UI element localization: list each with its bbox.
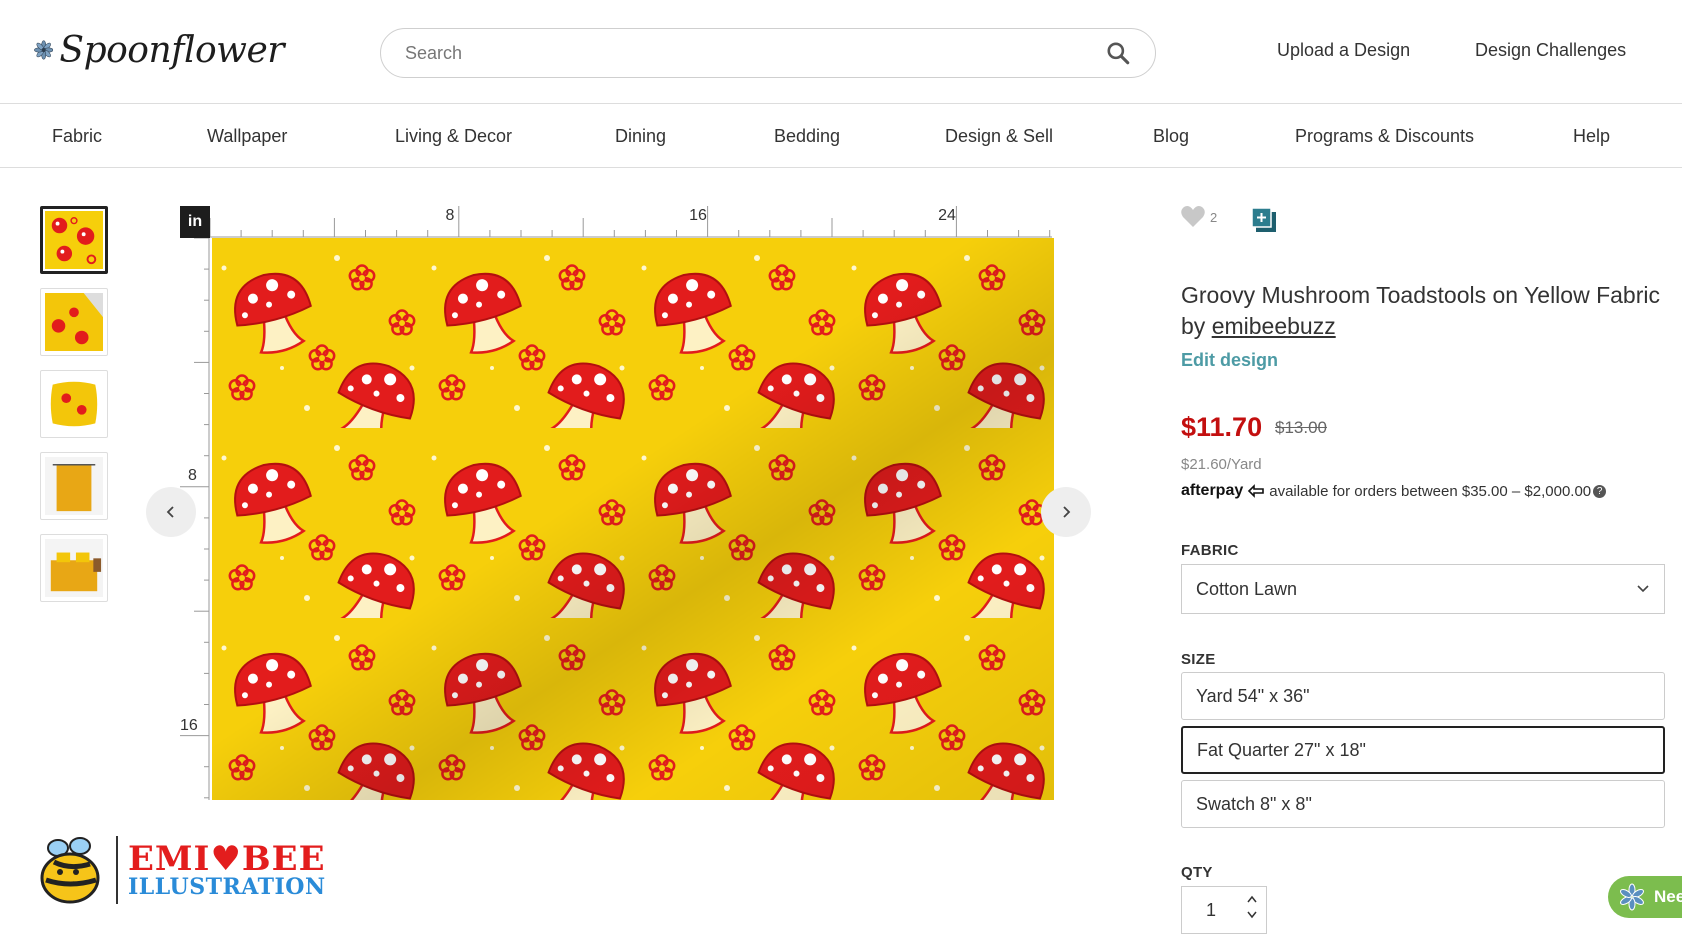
nav-living-decor[interactable]: Living & Decor — [395, 126, 512, 147]
search-input[interactable] — [405, 42, 1105, 64]
brand-line-1: EMI♥BEE — [128, 839, 326, 879]
bee-icon — [40, 837, 100, 904]
favorite-toggle[interactable]: 2 — [1180, 205, 1217, 229]
size-option-label: Swatch 8" x 8" — [1196, 793, 1312, 814]
swatch-thumbnail-image — [45, 211, 103, 269]
thumbnail-fabric-drape[interactable] — [40, 288, 108, 356]
size-option-swatch[interactable]: Swatch 8" x 8" — [1181, 780, 1665, 828]
designer-brand-logo: EMI♥BEE ILLUSTRATION — [36, 830, 336, 910]
brand-divider — [116, 836, 118, 904]
chevron-down-small-icon[interactable] — [1246, 907, 1258, 923]
thumbnail-pillow[interactable] — [40, 370, 108, 438]
nav-bedding[interactable]: Bedding — [774, 126, 840, 147]
search-icon[interactable] — [1105, 40, 1131, 66]
product-title: Groovy Mushroom Toadstools on Yellow Fab… — [1181, 282, 1660, 308]
product-title-block: Groovy Mushroom Toadstools on Yellow Fab… — [1181, 280, 1661, 342]
help-chat-button[interactable]: Nee — [1608, 876, 1682, 918]
nav-dining[interactable]: Dining — [615, 126, 666, 147]
size-option-label: Fat Quarter 27" x 18" — [1197, 739, 1366, 760]
top-tick-label: 16 — [689, 207, 707, 224]
afterpay-arrows-icon — [1248, 484, 1265, 498]
bedding-thumbnail-image — [45, 539, 103, 597]
qty-label: QTY — [1181, 864, 1213, 881]
design-challenges-link[interactable]: Design Challenges — [1475, 40, 1626, 61]
logo-wordmark: Spoonflower — [59, 29, 284, 71]
curtain-thumbnail-image — [45, 457, 103, 515]
search-bar — [380, 28, 1156, 78]
add-to-collection-icon[interactable] — [1251, 207, 1277, 233]
spoonflower-logo[interactable]: Spoonflower — [34, 18, 284, 82]
qty-value: 1 — [1206, 899, 1217, 920]
main-nav: Fabric Wallpaper Living & Decor Dining B… — [0, 104, 1682, 168]
thumbnail-swatch[interactable] — [40, 206, 108, 274]
size-option-label: Yard 54" x 36" — [1196, 685, 1310, 706]
unit-indicator: in — [180, 206, 210, 238]
size-option-yard[interactable]: Yard 54" x 36" — [1181, 672, 1665, 720]
top-tick-label: 24 — [938, 207, 956, 224]
size-option-fat-quarter[interactable]: Fat Quarter 27" x 18" — [1181, 726, 1665, 774]
afterpay-logo: afterpay — [1181, 482, 1244, 499]
fabric-selected-value: Cotton Lawn — [1196, 578, 1298, 599]
thumbnail-curtain[interactable] — [40, 452, 108, 520]
thumbnail-bedding[interactable] — [40, 534, 108, 602]
original-price: $13.00 — [1275, 418, 1327, 437]
flower-logo-icon — [34, 40, 54, 60]
nav-blog[interactable]: Blog — [1153, 126, 1189, 147]
left-tick-label: 16 — [180, 717, 198, 734]
fabric-preview-image[interactable] — [212, 238, 1054, 800]
quantity-stepper[interactable]: 1 — [1181, 886, 1267, 934]
chevron-right-icon — [1063, 506, 1071, 518]
next-image-button[interactable] — [1041, 487, 1091, 537]
chevron-up-icon[interactable] — [1246, 891, 1258, 907]
brand-wordmark: EMI♥BEE ILLUSTRATION — [128, 842, 326, 898]
favorite-count: 2 — [1210, 209, 1218, 225]
help-label: Nee — [1654, 887, 1682, 906]
edit-design-link[interactable]: Edit design — [1181, 350, 1278, 371]
brand-line-2: ILLUSTRATION — [128, 874, 326, 900]
price-per-yard: $21.60/Yard — [1181, 456, 1262, 473]
mushroom-pattern — [212, 238, 1054, 800]
nav-programs-discounts[interactable]: Programs & Discounts — [1295, 126, 1474, 147]
chevron-left-icon — [166, 506, 174, 518]
upload-design-link[interactable]: Upload a Design — [1277, 40, 1410, 61]
nav-design-sell[interactable]: Design & Sell — [945, 126, 1053, 147]
afterpay-text: available for orders between $35.00 – $2… — [1269, 482, 1592, 500]
question-icon[interactable]: ? — [1593, 484, 1607, 498]
site-header: Spoonflower Upload a Design Design Chall… — [0, 0, 1682, 104]
top-ruler: 8 16 24 — [210, 206, 1052, 238]
by-label: by — [1181, 313, 1206, 339]
help-flower-icon — [1620, 883, 1644, 911]
top-tick-label: 8 — [446, 207, 455, 224]
fabric-drape-thumbnail-image — [45, 293, 103, 351]
afterpay-info: afterpay available for orders between $3… — [1181, 482, 1607, 500]
size-label: SIZE — [1181, 651, 1216, 668]
qty-arrows — [1246, 891, 1258, 923]
nav-wallpaper[interactable]: Wallpaper — [207, 126, 287, 147]
left-tick-label: 8 — [188, 467, 197, 484]
pillow-thumbnail-image — [45, 375, 103, 433]
designer-link[interactable]: emibeebuzz — [1212, 313, 1336, 339]
heart-icon — [1181, 206, 1205, 227]
prev-image-button[interactable] — [146, 487, 196, 537]
chevron-down-icon — [1637, 585, 1649, 593]
nav-help[interactable]: Help — [1573, 126, 1610, 147]
fabric-select[interactable]: Cotton Lawn — [1181, 564, 1665, 614]
fabric-label: FABRIC — [1181, 542, 1239, 559]
nav-fabric[interactable]: Fabric — [52, 126, 102, 147]
sale-price: $11.70 — [1181, 412, 1263, 442]
